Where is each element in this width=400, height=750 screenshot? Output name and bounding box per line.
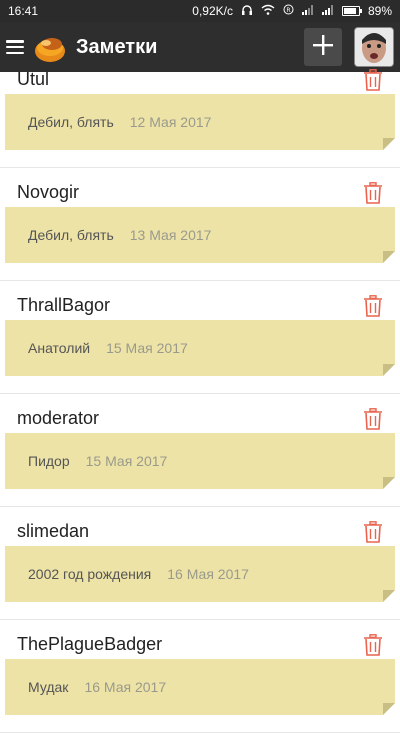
note-card: 2002 год рождения 16 Мая 2017 [5,546,395,602]
note-item[interactable]: Utul Дебил, блять 12 Мая 2017 [0,55,400,168]
note-date: 15 Мая 2017 [85,453,168,469]
note-title: moderator [17,408,100,428]
note-fold [383,138,395,150]
note-fold [383,477,395,489]
note-item[interactable]: ThrallBagor Анатолий 15 Мая 2017 [0,281,400,394]
headphones-icon [241,4,253,19]
net-speed: 0,92K/c [192,4,233,18]
note-date: 13 Мая 2017 [129,227,212,243]
signal-icon-2 [321,4,334,18]
note-date: 12 Мая 2017 [129,114,212,130]
note-date: 15 Мая 2017 [106,340,188,356]
note-fold [383,703,395,715]
note-text: Мудак [28,679,69,695]
note-text: Дебил, блять [28,227,114,243]
note-item[interactable]: slimedan 2002 год рождения 16 Мая 2017 [0,507,400,620]
note-item[interactable]: ThePlagueBadger Мудак 16 Мая 2017 [0,620,400,733]
registered-icon: R [283,4,294,18]
hamburger-menu-icon[interactable] [6,40,24,54]
note-card: Анатолий 15 Мая 2017 [5,320,395,376]
note-date: 16 Мая 2017 [84,679,167,695]
status-indicators: 0,92K/c R 89% [192,4,392,19]
note-text: Дебил, блять [28,114,114,130]
trash-icon[interactable] [363,182,383,204]
status-time: 16:41 [8,4,39,18]
battery-level [343,8,357,14]
trash-icon[interactable] [363,521,383,543]
note-date: 16 Мая 2017 [167,566,249,582]
note-fold [383,590,395,602]
note-card: Дебил, блять 12 Мая 2017 [5,94,395,150]
note-item[interactable]: Novogir Дебил, блять 13 Мая 2017 [0,168,400,281]
note-text: Анатолий [28,340,91,356]
battery-percent: 89% [367,4,392,18]
note-card: Дебил, блять 13 Мая 2017 [5,207,395,263]
note-card: Мудак 16 Мая 2017 [5,659,395,715]
note-title: Utul [17,69,50,89]
note-title: ThrallBagor [17,295,111,315]
note-list: Utul Дебил, блять 12 Мая 2017 Novogir Де… [0,69,400,750]
note-fold [383,251,395,263]
note-fold [383,364,395,376]
trash-icon[interactable] [363,634,383,656]
note-title: Novogir [17,182,80,202]
note-title: slimedan [17,521,90,541]
status-bar: 16:41 0,92K/c R 89% [0,0,400,22]
trash-icon[interactable] [363,408,383,430]
note-text: Пидор [28,453,70,469]
note-title: ThePlagueBadger [17,634,163,654]
trash-icon[interactable] [363,295,383,317]
battery-icon [341,6,362,16]
signal-icon [301,4,314,18]
trash-icon[interactable] [363,69,383,91]
note-text: 2002 год рождения [28,566,152,582]
note-item[interactable]: moderator Пидор 15 Мая 2017 [0,394,400,507]
wifi-icon [261,4,275,18]
note-card: Пидор 15 Мая 2017 [5,433,395,489]
svg-text:R: R [286,7,290,14]
